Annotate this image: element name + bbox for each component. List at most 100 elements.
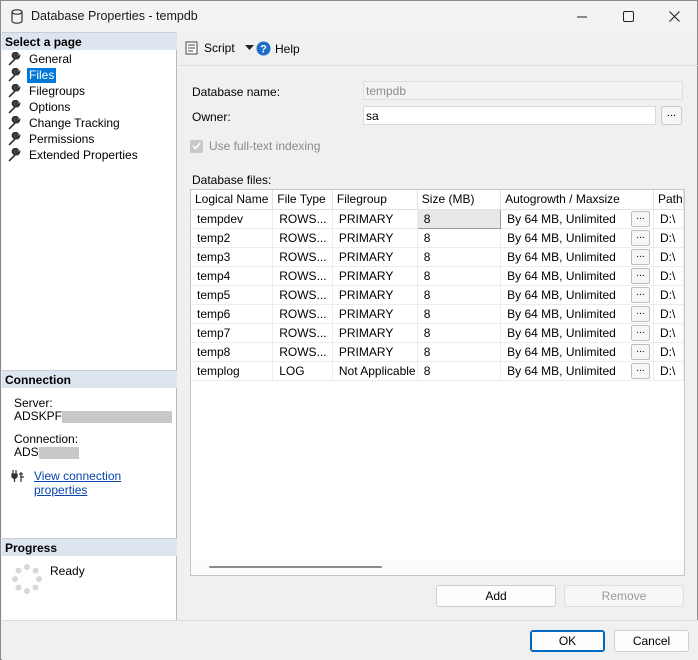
cell-autogrowth[interactable]: By 64 MB, Unlimited... xyxy=(500,304,654,324)
view-connection-properties-link[interactable]: View connection properties xyxy=(34,469,176,497)
remove-button[interactable]: Remove xyxy=(564,585,684,607)
owner-field[interactable]: sa xyxy=(363,106,656,125)
table-row[interactable]: temp3 ROWS... PRIMARY 8 By 64 MB, Unlimited.… xyxy=(191,247,684,267)
cell-size[interactable]: 8 xyxy=(417,228,502,248)
column-header-size[interactable]: Size (MB) xyxy=(417,190,502,210)
autogrowth-edit-button[interactable]: ... xyxy=(630,267,650,284)
cell-logical-name[interactable]: templog xyxy=(191,361,274,381)
cell-filegroup[interactable]: PRIMARY xyxy=(332,228,418,248)
column-header-logical-name[interactable]: Logical Name xyxy=(191,190,274,210)
cell-logical-name[interactable]: temp2 xyxy=(191,228,274,248)
cell-file-type[interactable]: ROWS... xyxy=(272,304,333,324)
close-button[interactable] xyxy=(651,1,697,32)
add-button[interactable]: Add xyxy=(436,585,556,607)
cell-filegroup[interactable]: PRIMARY xyxy=(332,247,418,267)
cell-size[interactable]: 8 xyxy=(417,247,502,267)
ok-button[interactable]: OK xyxy=(530,630,605,652)
cell-path[interactable]: D:\ xyxy=(653,342,684,362)
autogrowth-edit-button[interactable]: ... xyxy=(630,324,650,341)
autogrowth-edit-button[interactable]: ... xyxy=(630,305,650,322)
cell-path[interactable]: D:\ xyxy=(653,228,684,248)
cell-logical-name[interactable]: temp4 xyxy=(191,266,274,286)
autogrowth-edit-button[interactable]: ... xyxy=(630,286,650,303)
autogrowth-edit-button[interactable]: ... xyxy=(630,210,650,227)
autogrowth-edit-button[interactable]: ... xyxy=(630,343,650,360)
cell-autogrowth[interactable]: By 64 MB, Unlimited... xyxy=(500,361,654,381)
cell-filegroup[interactable]: PRIMARY xyxy=(332,209,418,229)
column-header-file-type[interactable]: File Type xyxy=(272,190,333,210)
help-button[interactable]: ? Help xyxy=(256,41,300,56)
cell-autogrowth[interactable]: By 64 MB, Unlimited... xyxy=(500,209,654,229)
horizontal-scrollbar[interactable] xyxy=(191,560,684,575)
table-row[interactable]: temp8 ROWS... PRIMARY 8 By 64 MB, Unlimited.… xyxy=(191,342,684,362)
cell-filegroup[interactable]: PRIMARY xyxy=(332,342,418,362)
column-header-autogrowth[interactable]: Autogrowth / Maxsize xyxy=(500,190,654,210)
cell-path[interactable]: D:\ xyxy=(653,304,684,324)
cell-autogrowth[interactable]: By 64 MB, Unlimited... xyxy=(500,266,654,286)
database-files-grid[interactable]: Logical Name File Type Filegroup Size (M… xyxy=(190,189,685,576)
cell-size[interactable]: 8 xyxy=(417,304,502,324)
script-button[interactable]: Script xyxy=(185,41,254,55)
page-permissions[interactable]: Permissions xyxy=(8,131,96,147)
column-header-filegroup[interactable]: Filegroup xyxy=(332,190,418,210)
cell-file-type[interactable]: ROWS... xyxy=(272,323,333,343)
cell-path[interactable]: D:\ xyxy=(653,285,684,305)
cell-file-type[interactable]: ROWS... xyxy=(272,342,333,362)
cell-logical-name[interactable]: tempdev xyxy=(191,209,274,229)
table-row[interactable]: temp5 ROWS... PRIMARY 8 By 64 MB, Unlimited.… xyxy=(191,285,684,305)
cancel-button[interactable]: Cancel xyxy=(614,630,689,652)
cell-logical-name[interactable]: temp6 xyxy=(191,304,274,324)
cell-autogrowth[interactable]: By 64 MB, Unlimited... xyxy=(500,285,654,305)
cell-size[interactable]: 8 xyxy=(417,342,502,362)
cell-autogrowth[interactable]: By 64 MB, Unlimited... xyxy=(500,247,654,267)
cell-path[interactable]: D:\ xyxy=(653,247,684,267)
page-change-tracking[interactable]: Change Tracking xyxy=(8,115,122,131)
table-row[interactable]: temp2 ROWS... PRIMARY 8 By 64 MB, Unlimited.… xyxy=(191,228,684,248)
cell-logical-name[interactable]: temp5 xyxy=(191,285,274,305)
cell-file-type[interactable]: ROWS... xyxy=(272,228,333,248)
table-row[interactable]: tempdev ROWS... PRIMARY 8 By 64 MB, Unlimite… xyxy=(191,208,684,229)
autogrowth-edit-button[interactable]: ... xyxy=(630,229,650,246)
page-options[interactable]: Options xyxy=(8,99,72,115)
cell-filegroup[interactable]: PRIMARY xyxy=(332,323,418,343)
cell-path[interactable]: D:\ xyxy=(653,209,684,229)
cell-path[interactable]: D:\ xyxy=(653,361,684,381)
cell-file-type[interactable]: ROWS... xyxy=(272,209,333,229)
table-row[interactable]: temp4 ROWS... PRIMARY 8 By 64 MB, Unlimited.… xyxy=(191,266,684,286)
scrollbar-thumb[interactable] xyxy=(209,566,382,568)
autogrowth-edit-button[interactable]: ... xyxy=(630,248,650,265)
cell-filegroup[interactable]: PRIMARY xyxy=(332,266,418,286)
cell-autogrowth[interactable]: By 64 MB, Unlimited... xyxy=(500,228,654,248)
cell-file-type[interactable]: LOG xyxy=(272,361,333,381)
cell-autogrowth[interactable]: By 64 MB, Unlimited... xyxy=(500,323,654,343)
cell-filegroup[interactable]: Not Applicable xyxy=(332,361,418,381)
cell-autogrowth[interactable]: By 64 MB, Unlimited... xyxy=(500,342,654,362)
cell-path[interactable]: D:\ xyxy=(653,266,684,286)
cell-size[interactable]: 8 xyxy=(416,208,502,229)
cell-size[interactable]: 8 xyxy=(417,361,502,381)
cell-size[interactable]: 8 xyxy=(417,285,502,305)
cell-logical-name[interactable]: temp3 xyxy=(191,247,274,267)
cell-filegroup[interactable]: PRIMARY xyxy=(332,285,418,305)
cell-logical-name[interactable]: temp8 xyxy=(191,342,274,362)
cell-size[interactable]: 8 xyxy=(417,323,502,343)
owner-browse-button[interactable]: ... xyxy=(661,106,682,125)
column-header-path[interactable]: Path xyxy=(653,190,684,210)
cell-path[interactable]: D:\ xyxy=(653,323,684,343)
cell-file-type[interactable]: ROWS... xyxy=(272,247,333,267)
page-filegroups[interactable]: Filegroups xyxy=(8,83,87,99)
cell-size[interactable]: 8 xyxy=(417,266,502,286)
minimize-button[interactable] xyxy=(559,1,605,32)
table-row[interactable]: temp7 ROWS... PRIMARY 8 By 64 MB, Unlimited.… xyxy=(191,323,684,343)
autogrowth-edit-button[interactable]: ... xyxy=(630,362,650,379)
dropdown-arrow-icon[interactable] xyxy=(244,45,254,51)
maximize-button[interactable] xyxy=(605,1,651,32)
table-row[interactable]: templog LOG Not Applicable 8 By 64 MB, Unlim… xyxy=(191,361,684,381)
table-row[interactable]: temp6 ROWS... PRIMARY 8 By 64 MB, Unlimited.… xyxy=(191,304,684,324)
cell-file-type[interactable]: ROWS... xyxy=(272,266,333,286)
page-files[interactable]: Files xyxy=(8,67,57,83)
cell-file-type[interactable]: ROWS... xyxy=(272,285,333,305)
page-extended-properties[interactable]: Extended Properties xyxy=(8,147,140,163)
cell-filegroup[interactable]: PRIMARY xyxy=(332,304,418,324)
cell-logical-name[interactable]: temp7 xyxy=(191,323,274,343)
